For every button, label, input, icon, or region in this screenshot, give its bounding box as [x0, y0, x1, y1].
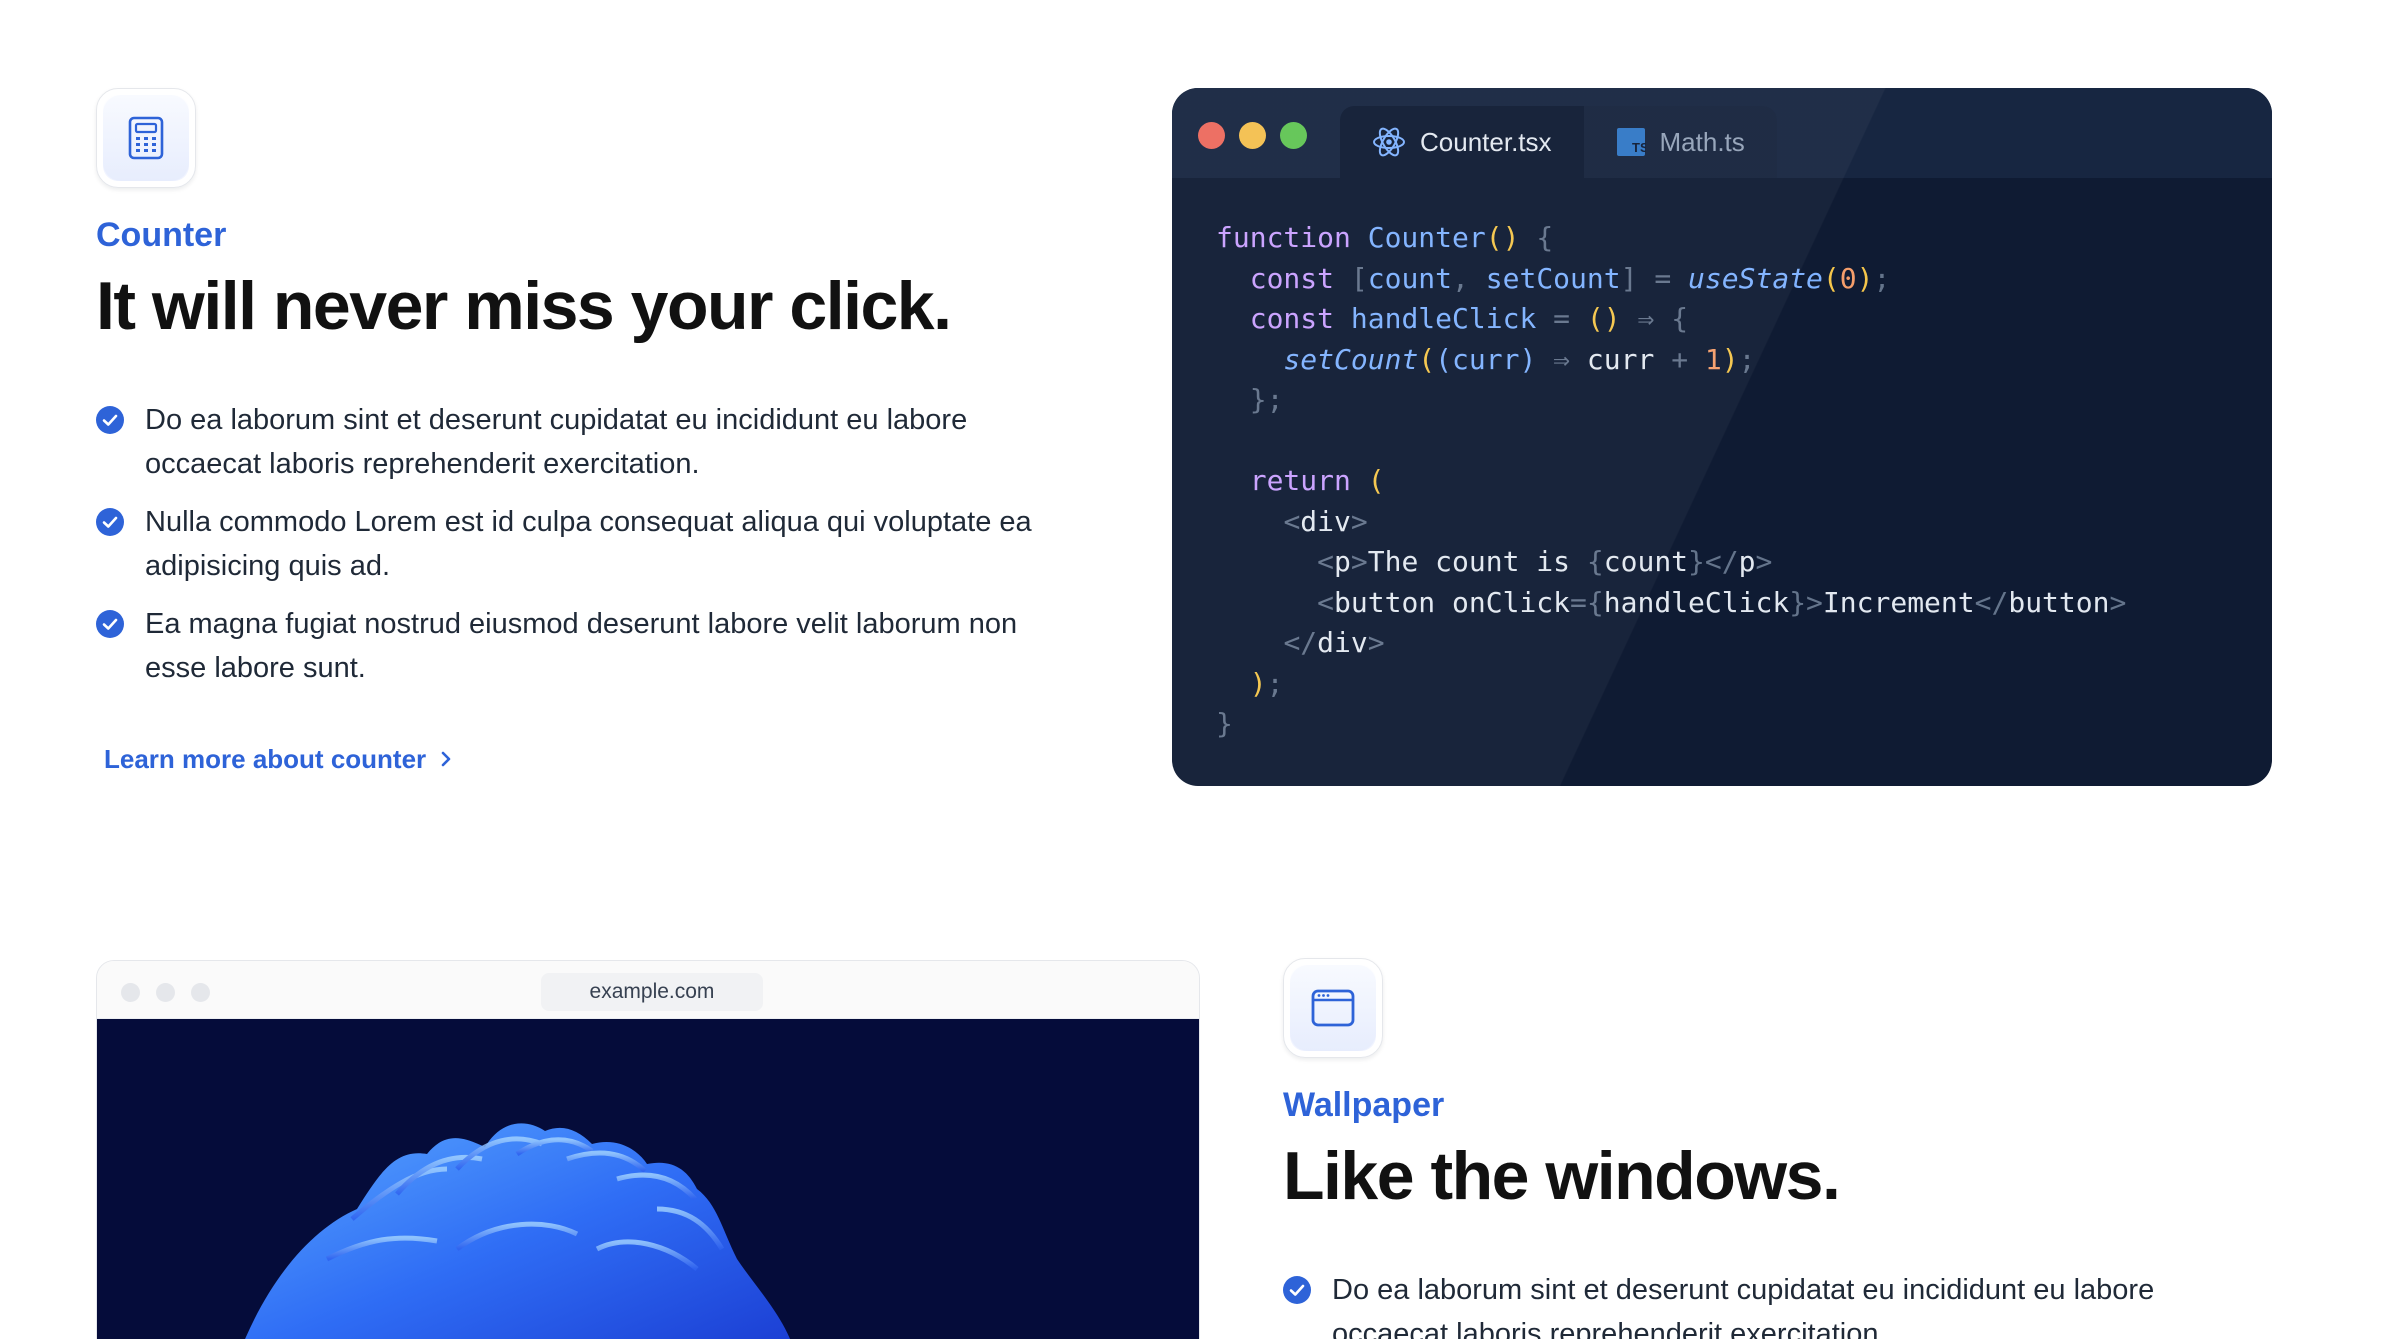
code-line: function Counter() { [1216, 221, 1554, 254]
feature-list-item: Nulla commodo Lorem est id culpa consequ… [96, 500, 1096, 588]
learn-more-link[interactable]: Learn more about counter [104, 744, 452, 775]
code-editor-window: Counter.tsx TS Math.ts function Counter(… [1172, 88, 2272, 786]
svg-text:TS: TS [1632, 140, 1646, 155]
tab-counter-tsx[interactable]: Counter.tsx [1340, 106, 1584, 178]
browser-toolbar: example.com [97, 961, 1199, 1019]
maximize-window-button[interactable] [1280, 122, 1307, 149]
react-icon [1373, 127, 1405, 157]
code-line: setCount((curr) ⇒ curr + 1); [1283, 342, 1756, 376]
editor-titlebar: Counter.tsx TS Math.ts [1172, 88, 2272, 178]
window-controls [121, 983, 210, 1002]
feature-list-item: Ea magna fugiat nostrud eiusmod deserunt… [96, 602, 1096, 690]
feature-list-item: Do ea laborum sint et deserunt cupidatat… [96, 398, 1096, 486]
minimize-window-button[interactable] [1239, 122, 1266, 149]
typescript-icon: TS [1616, 128, 1646, 156]
check-circle-icon [96, 507, 124, 536]
feature-text: Nulla commodo Lorem est id culpa consequ… [145, 505, 1032, 582]
tab-label: Math.ts [1659, 126, 1745, 157]
code-line: <button onClick={handleClick}>Increment<… [1317, 585, 2127, 619]
chevron-right-icon [441, 751, 451, 767]
code-content: function Counter() { const [count, setCo… [1172, 178, 2272, 785]
section-eyebrow: Counter [96, 216, 227, 254]
calculator-icon [128, 116, 164, 160]
code-line: const handleClick = () ⇒ { [1249, 302, 1689, 335]
code-line: return ( [1249, 464, 1385, 497]
code-line: ); [1249, 666, 1284, 700]
editor-tabs: Counter.tsx TS Math.ts [1340, 106, 1777, 178]
browser-window: example.com [96, 960, 1200, 1339]
feature-list: Do ea laborum sint et deserunt cupidatat… [96, 398, 1096, 690]
code-line: <div> [1283, 504, 1368, 538]
close-window-button[interactable] [121, 983, 140, 1002]
feature-text: Do ea laborum sint et deserunt cupidatat… [145, 403, 968, 480]
tab-math-ts[interactable]: TS Math.ts [1583, 106, 1777, 178]
counter-icon-tile [96, 88, 196, 188]
page: Counter It will never miss your click. D… [0, 0, 2381, 1339]
feature-list-item: Do ea laborum sint et deserunt cupidatat… [1283, 1268, 2333, 1339]
code-line: </div> [1283, 626, 1385, 659]
feature-text: Do ea laborum sint et deserunt cupidatat… [1332, 1273, 2155, 1339]
code-line: } [1216, 707, 1233, 740]
section-eyebrow: Wallpaper [1283, 1086, 1445, 1124]
app-window-icon [1311, 989, 1355, 1027]
check-circle-icon [1283, 1275, 1311, 1304]
check-circle-icon [96, 609, 124, 638]
check-circle-icon [96, 405, 124, 434]
minimize-window-button[interactable] [156, 983, 175, 1002]
tab-label: Counter.tsx [1420, 126, 1552, 157]
feature-text: Ea magna fugiat nostrud eiusmod deserunt… [145, 607, 1018, 684]
abstract-wave-shape [245, 1123, 791, 1339]
window-controls [1198, 122, 1307, 149]
code-line: const [count, setCount] = useState(0); [1249, 261, 1891, 295]
code-line: <p>The count is {count}</p> [1317, 545, 1773, 578]
maximize-window-button[interactable] [191, 983, 210, 1002]
feature-list: Do ea laborum sint et deserunt cupidatat… [1283, 1268, 2333, 1339]
code-line: }; [1249, 383, 1284, 416]
learn-more-label: Learn more about counter [104, 743, 427, 774]
wallpaper-feature: Wallpaper Like the windows. Do ea laboru… [1283, 958, 2333, 1339]
close-window-button[interactable] [1198, 122, 1225, 149]
section-headline: It will never miss your click. [96, 268, 952, 344]
wallpaper-image [97, 1019, 1199, 1339]
section-headline: Like the windows. [1283, 1138, 1841, 1214]
counter-feature: Counter It will never miss your click. D… [96, 88, 1096, 775]
address-bar[interactable]: example.com [541, 973, 763, 1011]
wallpaper-icon-tile [1283, 958, 1383, 1058]
